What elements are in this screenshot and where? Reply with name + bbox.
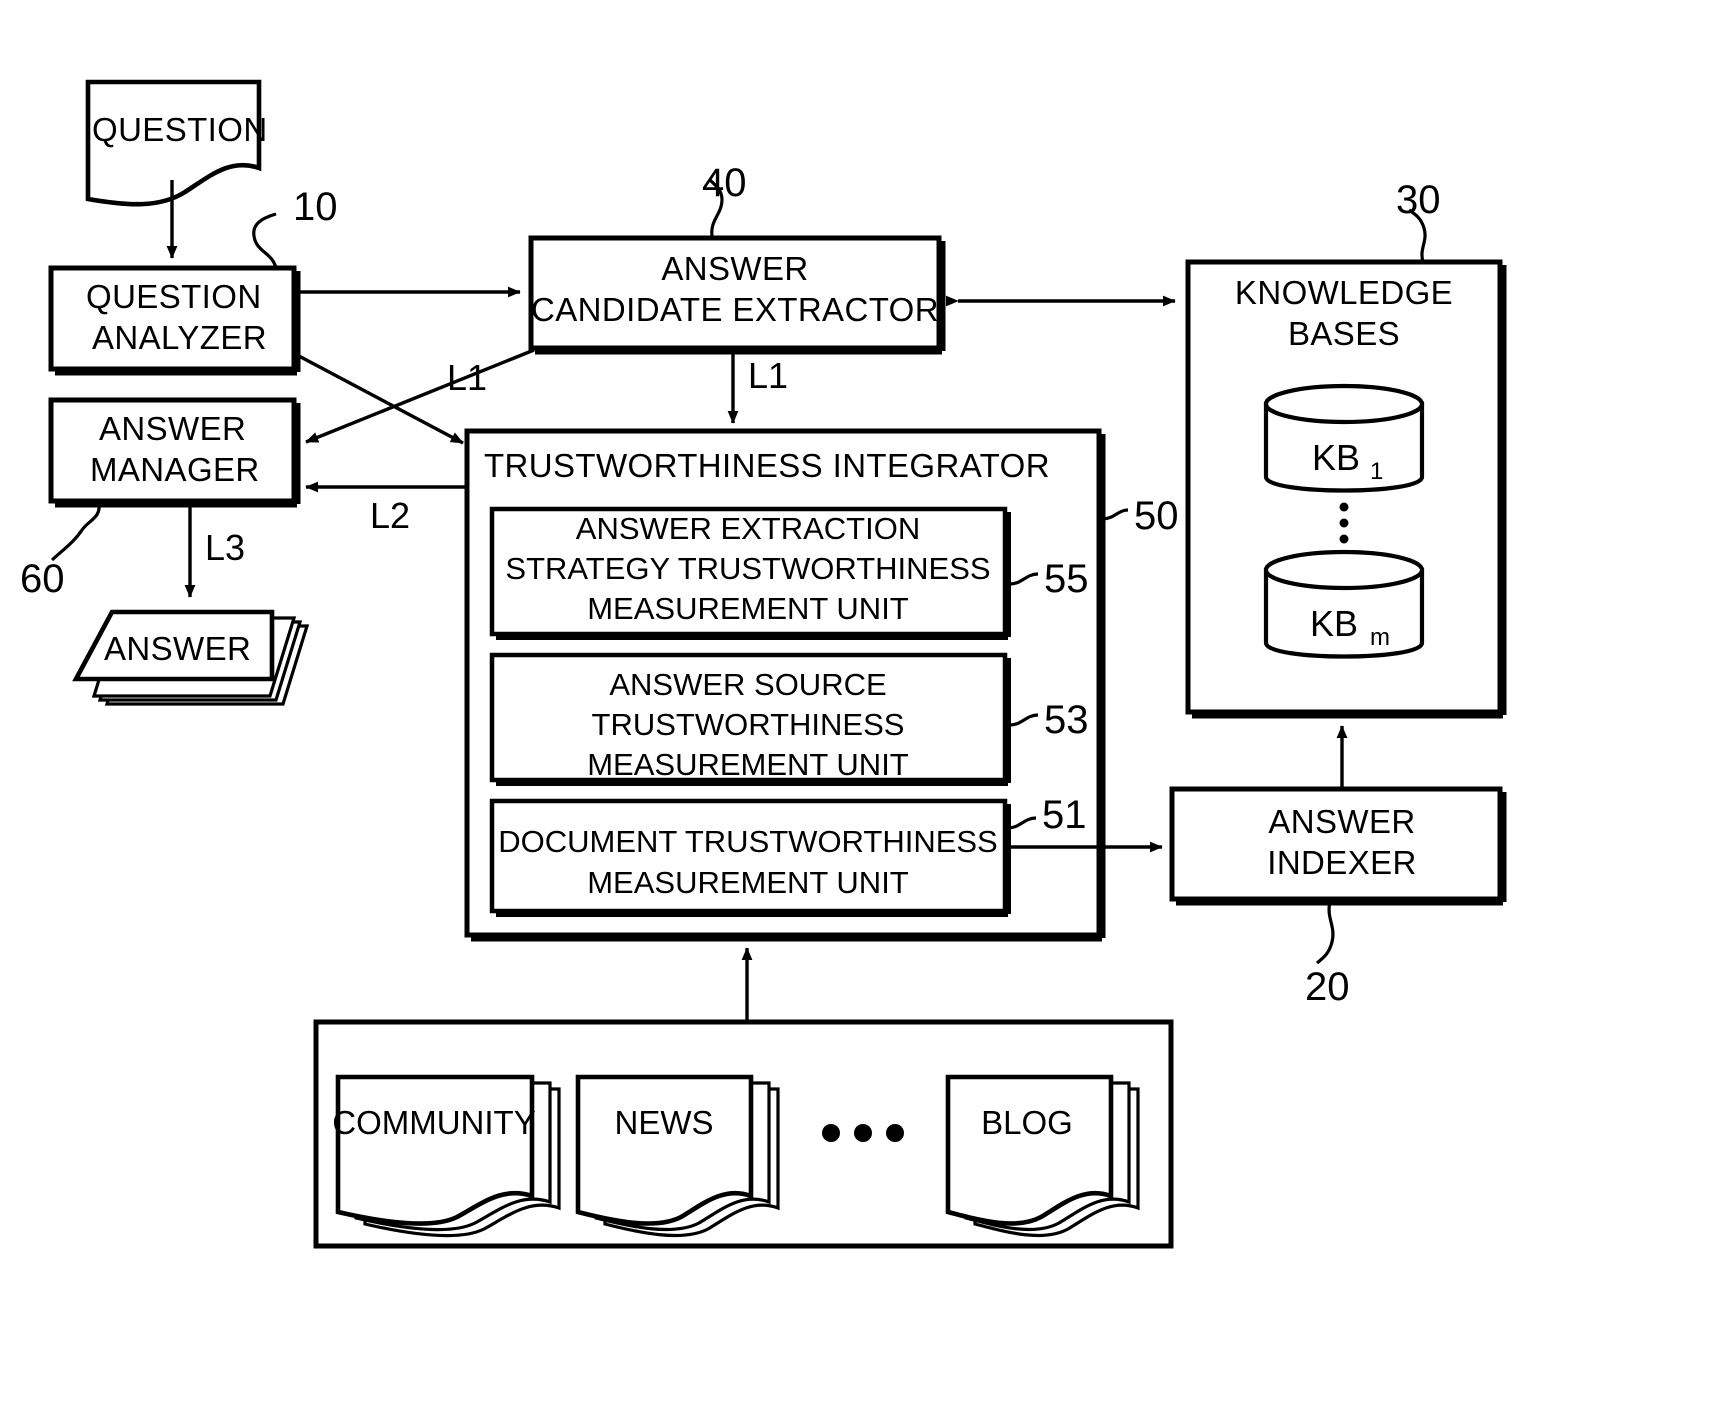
unit-51-label-line2: MEASUREMENT UNIT	[587, 865, 909, 900]
edge-label-l2: L2	[370, 495, 410, 536]
unit-53-label-line1: ANSWER SOURCE	[609, 667, 886, 702]
answer-indexer-label-line1: ANSWER	[1268, 803, 1415, 840]
ref-30: 30	[1396, 178, 1441, 222]
answer-manager-label-line2: MANAGER	[90, 451, 260, 488]
source-label-community: COMMUNITY	[332, 1104, 535, 1141]
ref-20: 20	[1305, 965, 1350, 1009]
answer-candidate-extractor-label-line1: ANSWER	[661, 250, 808, 287]
ref-60: 60	[20, 557, 65, 601]
question-document-label: QUESTION	[92, 111, 268, 148]
edge-label-l3: L3	[205, 527, 245, 568]
ref-51: 51	[1042, 793, 1087, 837]
edge-analyzer-to-integrator	[296, 353, 464, 445]
block-diagram: QUESTION QUESTION ANALYZER 10 ANSWER MAN…	[20, 79, 1507, 1249]
trustworthiness-integrator-label: TRUSTWORTHINESS INTEGRATOR	[484, 447, 1050, 484]
patent-figure-canvas: QUESTION QUESTION ANALYZER 10 ANSWER MAN…	[0, 0, 1729, 1427]
answer-indexer-label-line2: INDEXER	[1267, 844, 1417, 881]
ref-40: 40	[702, 161, 747, 205]
ref-10: 10	[293, 185, 338, 229]
unit-51-label-line1: DOCUMENT TRUSTWORTHINESS	[498, 824, 997, 859]
answer-document-label: ANSWER	[104, 630, 251, 667]
kb-vertical-ellipsis-icon	[1339, 502, 1349, 544]
edge-label-l1-analyzer: L1	[447, 357, 487, 398]
unit-53-label-line3: MEASUREMENT UNIT	[587, 747, 909, 782]
unit-53-label-line2: TRUSTWORTHINESS	[592, 707, 905, 742]
knowledge-bases-label-line1: KNOWLEDGE	[1235, 274, 1453, 311]
answer-manager-label-line1: ANSWER	[99, 410, 246, 447]
question-analyzer-label-line2: ANALYZER	[92, 319, 267, 356]
question-analyzer-label-line1: QUESTION	[86, 278, 262, 315]
unit-55-label-line1: ANSWER EXTRACTION	[576, 511, 920, 546]
kb-last-label: KB	[1310, 603, 1358, 644]
ref-55: 55	[1044, 557, 1089, 601]
sources-ellipsis-icon	[822, 1124, 904, 1142]
answer-candidate-extractor-label-line2: CANDIDATE EXTRACTOR	[531, 291, 939, 328]
source-label-news: NEWS	[615, 1104, 714, 1141]
kb-first-subscript: 1	[1370, 458, 1383, 485]
edge-label-l1-extractor: L1	[748, 355, 788, 396]
ref-50: 50	[1134, 494, 1179, 538]
unit-55-label-line3: MEASUREMENT UNIT	[587, 591, 909, 626]
kb-last-subscript: m	[1370, 624, 1390, 651]
edge-extractor-to-manager	[305, 348, 535, 444]
ref-53: 53	[1044, 698, 1089, 742]
kb-first-label: KB	[1312, 437, 1360, 478]
knowledge-bases-label-line2: BASES	[1288, 315, 1400, 352]
unit-55-label-line2: STRATEGY TRUSTWORTHINESS	[505, 551, 990, 586]
source-label-blog: BLOG	[981, 1104, 1073, 1141]
